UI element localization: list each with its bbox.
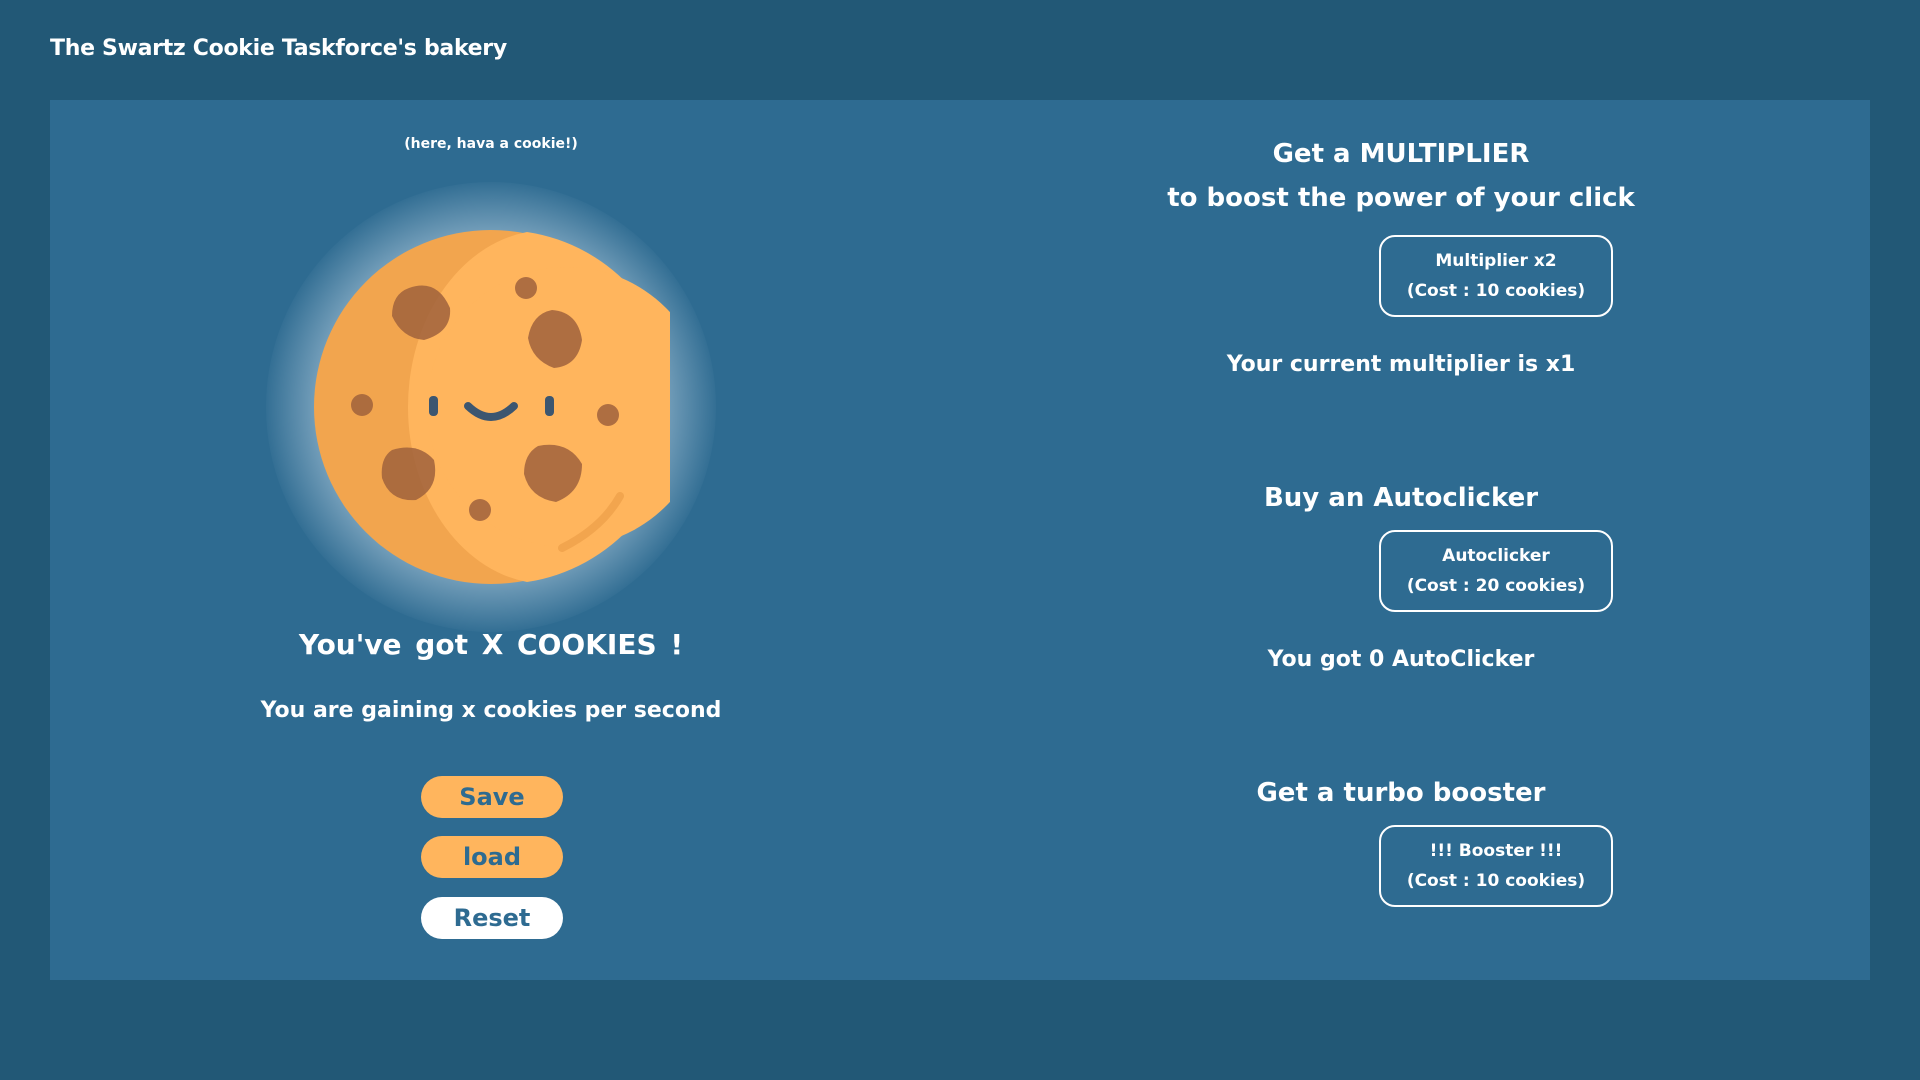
multiplier-status: Your current multiplier is x1 [1226,352,1576,377]
booster-button-label: !!! Booster !!! [1429,841,1563,861]
cookie-click-target[interactable] [266,182,716,632]
reset-button[interactable]: Reset [421,897,563,939]
shop-section: Get a MULTIPLIER to boost the power of y… [932,100,1870,980]
autoclicker-button-label: Autoclicker [1442,546,1550,566]
multiplier-button-cost: (Cost : 10 cookies) [1406,281,1586,301]
booster-button[interactable]: !!! Booster !!! (Cost : 10 cookies) [1379,825,1613,907]
booster-button-cost: (Cost : 10 cookies) [1406,871,1586,891]
multiplier-button[interactable]: Multiplier x2 (Cost : 10 cookies) [1379,235,1613,317]
load-button[interactable]: load [421,836,563,878]
cookie-caption: (here, hava a cookie!) [404,136,578,152]
booster-heading: Get a turbo booster [1256,778,1546,808]
cookie-section: (here, hava a cookie!) You've got X COOK… [50,100,932,980]
autoclicker-heading: Buy an Autoclicker [1263,483,1539,513]
main-panel: (here, hava a cookie!) You've got X COOK… [50,100,1870,980]
cookie-rate: You are gaining x cookies per second [260,698,722,723]
cookie-count: You've got X COOKIES ! [298,628,684,661]
multiplier-button-label: Multiplier x2 [1435,251,1557,271]
multiplier-subheading: to boost the power of your click [1167,183,1635,213]
autoclicker-status: You got 0 AutoClicker [1267,647,1535,672]
save-button[interactable]: Save [421,776,563,818]
multiplier-heading: Get a MULTIPLIER [1272,139,1530,169]
cookie-icon [314,230,670,584]
autoclicker-button-cost: (Cost : 20 cookies) [1406,576,1586,596]
site-title: The Swartz Cookie Taskforce's bakery [50,36,507,61]
autoclicker-button[interactable]: Autoclicker (Cost : 20 cookies) [1379,530,1613,612]
